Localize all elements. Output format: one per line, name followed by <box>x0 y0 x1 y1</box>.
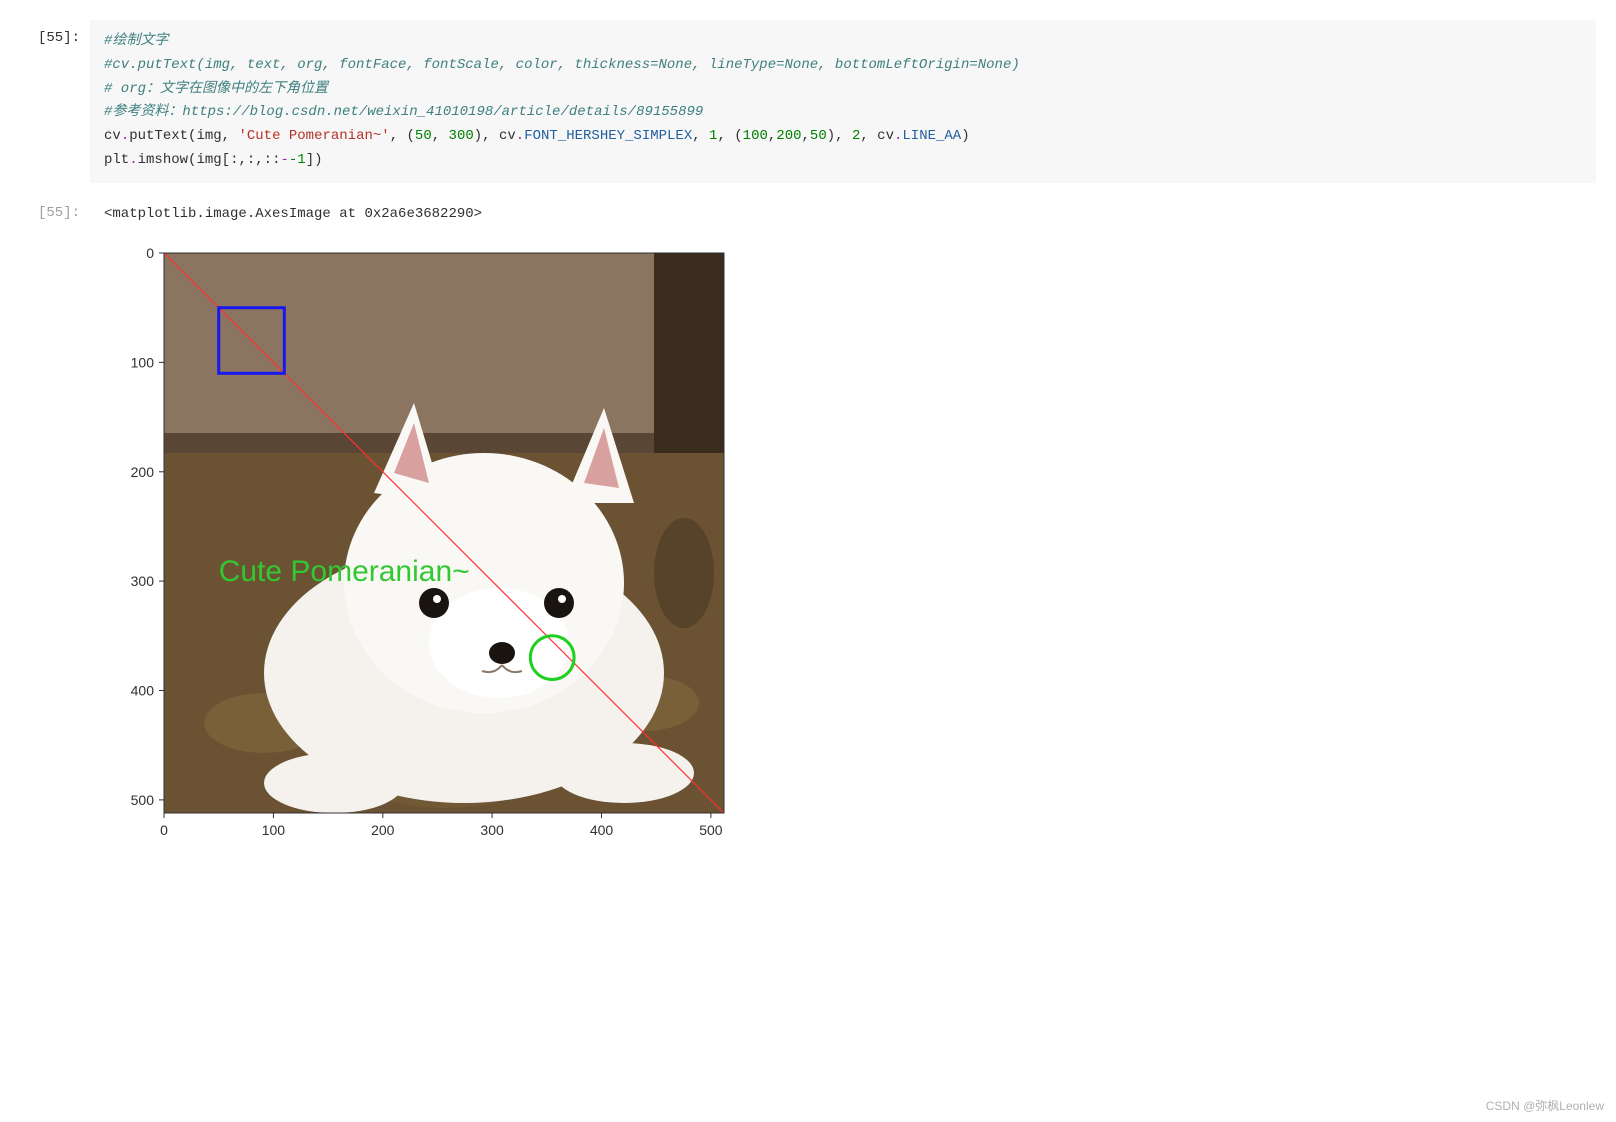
comment-4: #参考资料：https://blog.csdn.net/weixin_41010… <box>104 104 703 120</box>
comment-1: #绘制文字 <box>104 33 168 49</box>
watermark: CSDN @弥枫Leonlew <box>1486 1097 1604 1114</box>
svg-text:200: 200 <box>131 464 155 480</box>
output-prompt: [55]: <box>0 195 90 221</box>
input-prompt: [55]: <box>0 20 90 46</box>
svg-text:400: 400 <box>590 822 614 838</box>
x-axis: 0 100 200 300 400 500 <box>160 813 723 838</box>
svg-text:0: 0 <box>160 822 168 838</box>
svg-text:500: 500 <box>699 822 723 838</box>
input-cell: [55]: #绘制文字 #cv.putText(img, text, org, … <box>0 20 1596 183</box>
svg-text:200: 200 <box>371 822 395 838</box>
code-line-5: cv.putText(img, 'Cute Pomeranian~', (50,… <box>104 125 1582 149</box>
svg-text:300: 300 <box>480 822 504 838</box>
matplotlib-figure: Cute Pomeranian~ 0 100 200 300 400 5 <box>104 243 754 883</box>
svg-text:400: 400 <box>131 683 155 699</box>
output-area: <matplotlib.image.AxesImage at 0x2a6e368… <box>90 195 1596 883</box>
comment-3: # org：文字在图像中的左下角位置 <box>104 81 328 97</box>
svg-text:100: 100 <box>262 822 286 838</box>
comment-2: #cv.putText(img, text, org, fontFace, fo… <box>104 57 1020 73</box>
code-input[interactable]: #绘制文字 #cv.putText(img, text, org, fontFa… <box>90 20 1596 183</box>
svg-text:100: 100 <box>131 355 155 371</box>
output-cell: [55]: <matplotlib.image.AxesImage at 0x2… <box>0 195 1596 883</box>
svg-text:500: 500 <box>131 792 155 808</box>
output-text: <matplotlib.image.AxesImage at 0x2a6e368… <box>104 203 1582 225</box>
svg-text:0: 0 <box>146 245 154 261</box>
overlay-text: Cute Pomeranian~ <box>219 555 470 588</box>
svg-text:300: 300 <box>131 573 155 589</box>
code-line-6: plt.imshow(img[:,:,::--1]) <box>104 149 1582 173</box>
y-axis: 0 100 200 300 400 500 <box>131 245 164 808</box>
